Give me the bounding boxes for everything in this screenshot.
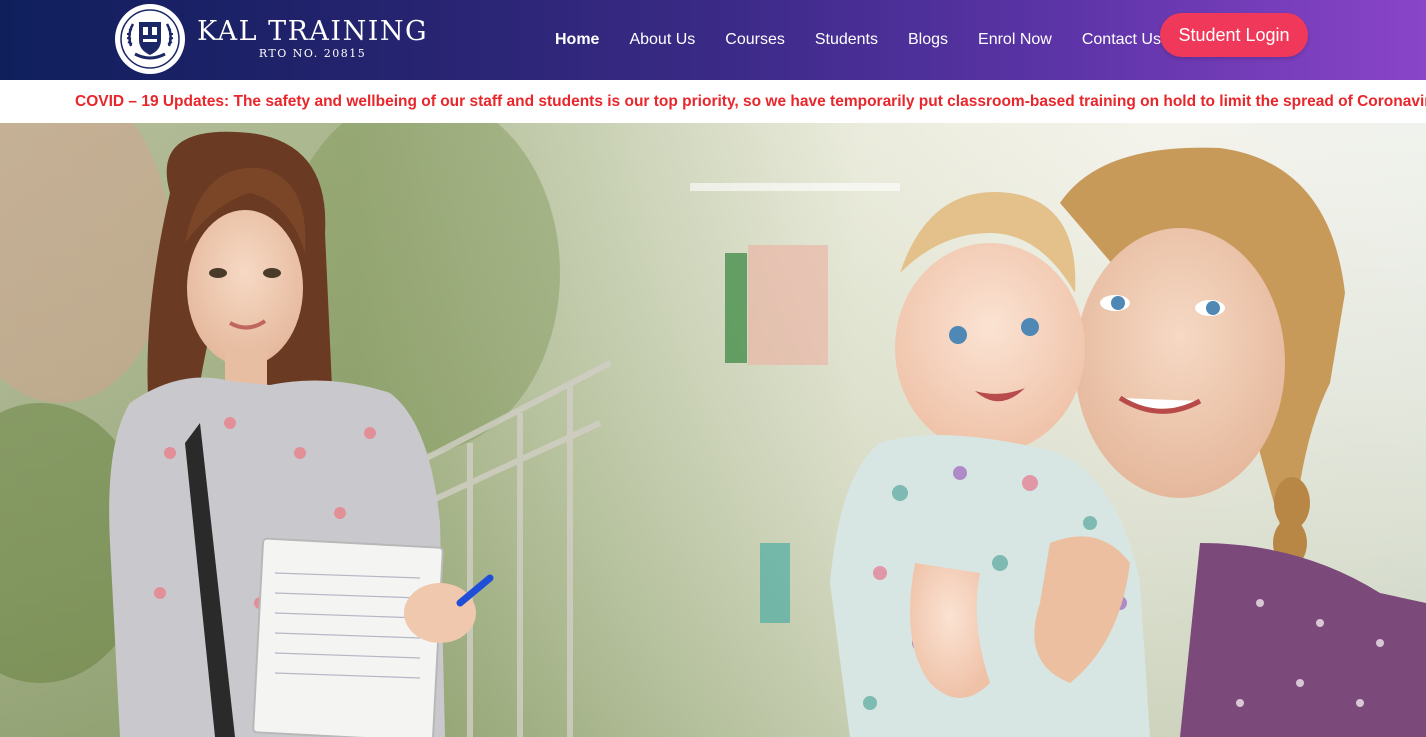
brand-text: KAL TRAINING RTO NO. 20815 <box>197 17 428 61</box>
logo-link[interactable]: KAL TRAINING RTO NO. 20815 <box>115 4 428 74</box>
rto-number: RTO NO. 20815 <box>258 47 367 60</box>
crest-icon <box>115 4 185 74</box>
nav-students[interactable]: Students <box>815 31 878 49</box>
nav-contact-us[interactable]: Contact Us <box>1082 31 1161 49</box>
nav-about-us[interactable]: About Us <box>629 31 695 49</box>
ticker-text[interactable]: COVID – 19 Updates: The safety and wellb… <box>75 93 1426 111</box>
hero-image <box>0 123 1426 737</box>
nav-enrol-now[interactable]: Enrol Now <box>978 31 1052 49</box>
student-login-button[interactable]: Student Login <box>1160 13 1308 57</box>
nav-home[interactable]: Home <box>555 31 599 49</box>
nav-courses[interactable]: Courses <box>725 31 785 49</box>
nav-blogs[interactable]: Blogs <box>908 31 948 49</box>
brand-name: KAL TRAINING <box>197 16 429 47</box>
hero-banner <box>0 123 1426 737</box>
main-nav: Home About Us Courses Students Blogs Enr… <box>540 0 1176 80</box>
covid-ticker: COVID – 19 Updates: The safety and wellb… <box>0 80 1426 123</box>
site-header: KAL TRAINING RTO NO. 20815 Home About Us… <box>0 0 1426 80</box>
